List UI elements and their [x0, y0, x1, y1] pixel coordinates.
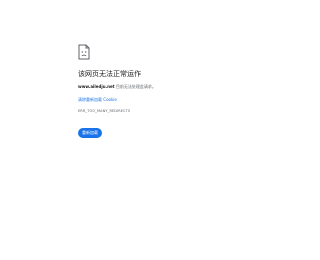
error-domain: www.ailedju.net: [78, 84, 115, 89]
error-description: www.ailedju.net 目前无法处理此请求。: [78, 84, 278, 90]
error-message: 目前无法处理此请求。: [114, 84, 156, 89]
error-content: 该网页无法正常运作 www.ailedju.net 目前无法处理此请求。 清除重…: [78, 44, 278, 138]
clear-cookies-link[interactable]: 清除重新加载 Cookie: [78, 97, 278, 103]
error-code: ERR_TOO_MANY_REDIRECTS: [78, 109, 131, 113]
error-page: 该网页无法正常运作 www.ailedju.net 目前无法处理此请求。 清除重…: [0, 0, 300, 260]
error-title: 该网页无法正常运作: [78, 70, 141, 78]
reload-button[interactable]: 重新加载: [78, 128, 102, 138]
broken-page-icon: [78, 44, 90, 60]
